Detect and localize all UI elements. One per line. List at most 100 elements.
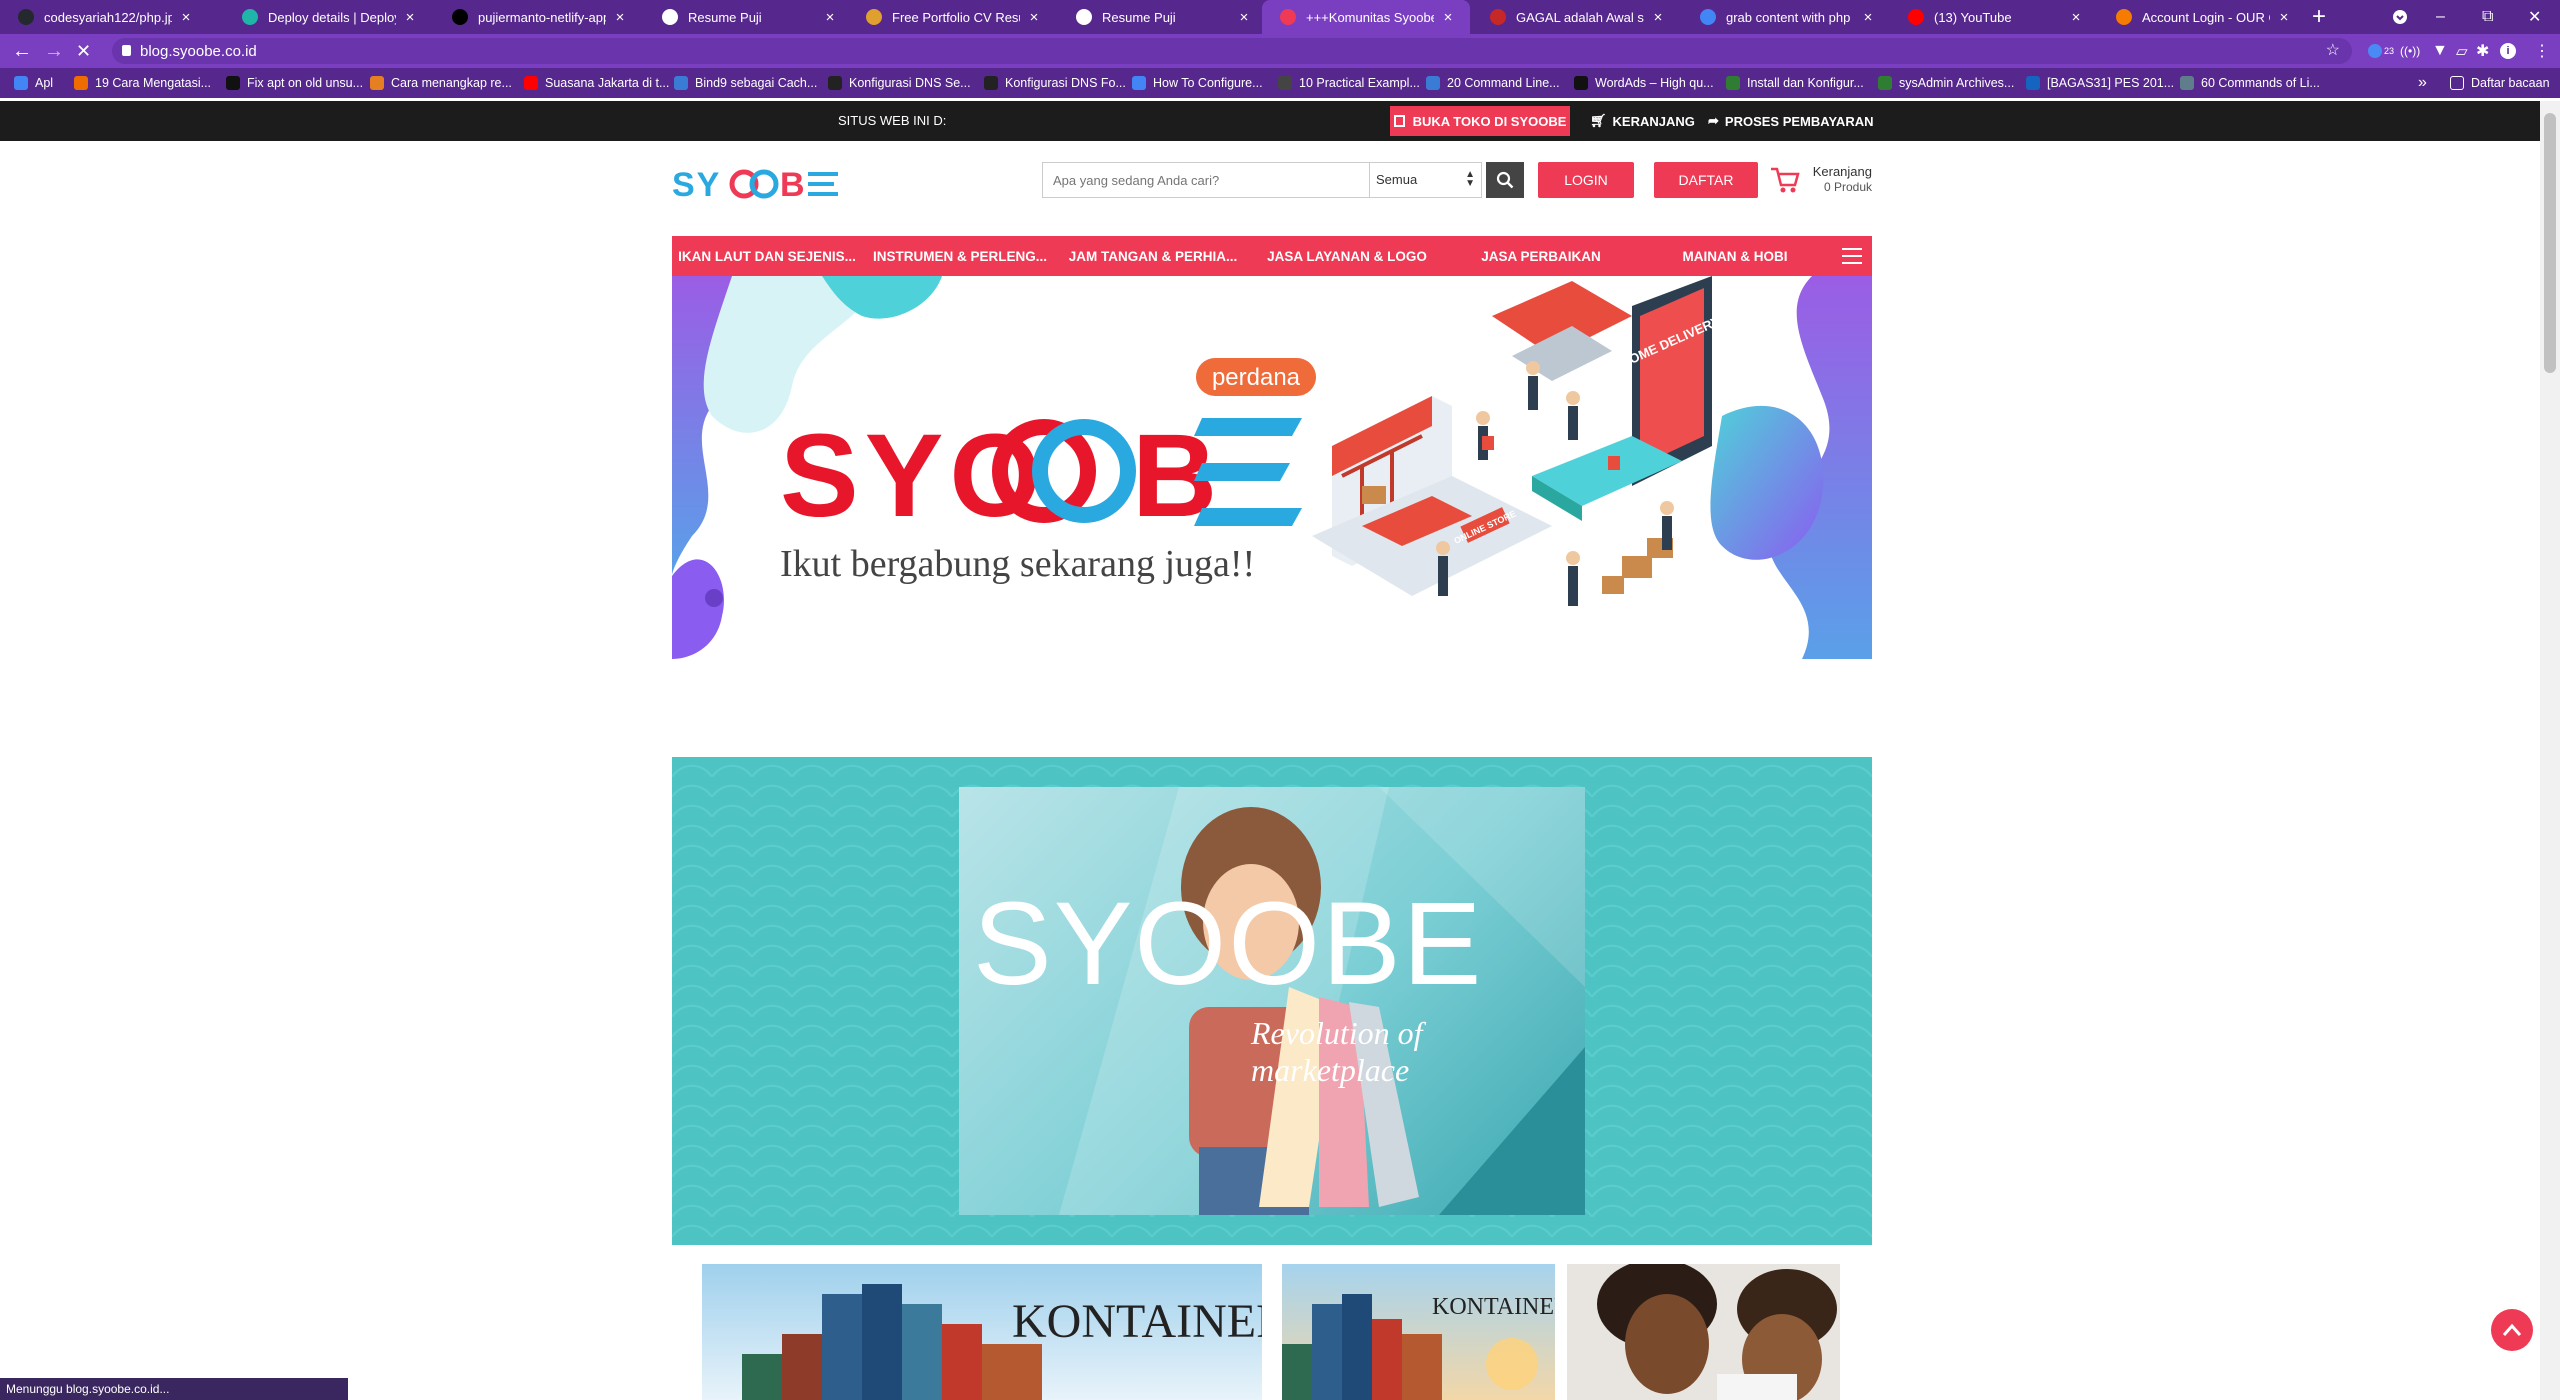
category-nav-item[interactable]: JAM TANGAN & PERHIA... — [1058, 236, 1248, 276]
browser-tab[interactable]: Resume Puji × — [644, 0, 852, 34]
address-bar[interactable]: blog.syoobe.co.id ☆ — [112, 38, 2352, 64]
tab-title: Resume Puji — [688, 9, 762, 25]
category-nav-item[interactable]: JASA LAYANAN & LOGO — [1250, 236, 1444, 276]
category-nav-item[interactable]: JASA PERBAIKAN — [1446, 236, 1636, 276]
cart-link[interactable]: 🛒︎ KERANJANG — [1590, 113, 1695, 129]
tab-favicon-icon — [662, 9, 678, 25]
bookmark-label: Bind9 sebagai Cach... — [695, 76, 818, 90]
extension-icon[interactable]: 23 — [2368, 34, 2394, 68]
back-to-top-button[interactable] — [2491, 1309, 2533, 1351]
extensions-puzzle-icon[interactable]: ✱ — [2476, 34, 2489, 68]
tab-close-icon[interactable]: × — [402, 9, 418, 26]
browser-tab[interactable]: Deploy details | Deploys × — [224, 0, 432, 34]
tab-close-icon[interactable]: × — [1236, 9, 1252, 26]
new-tab-button[interactable]: + — [2312, 4, 2326, 30]
article-thumb[interactable]: KONTAINER — [702, 1264, 1262, 1400]
article-thumb[interactable] — [1567, 1264, 1840, 1400]
category-nav-item[interactable]: INSTRUMEN & PERLENG... — [864, 236, 1056, 276]
search-input[interactable] — [1043, 163, 1368, 197]
bookmark-favicon-icon — [226, 76, 240, 90]
browser-tab[interactable]: pujiermanto-netlify-app - (× — [434, 0, 642, 34]
open-store-button[interactable]: BUKA TOKO DI SYOOBE — [1390, 106, 1570, 136]
search-button[interactable] — [1486, 162, 1524, 198]
tab-search-icon[interactable] — [2392, 0, 2408, 34]
article-thumb[interactable]: KONTAINER — [1282, 1264, 1555, 1400]
stop-loading-icon[interactable]: ✕ — [76, 34, 91, 68]
browser-tab[interactable]: +++Komunitas Syoobe Ind × — [1262, 0, 1470, 34]
promo-banner[interactable]: SYOOBE Revolution of marketplace — [672, 757, 1872, 1245]
reading-list-label: Daftar bacaan — [2471, 76, 2550, 90]
bookmark-label: 10 Practical Exampl... — [1299, 76, 1420, 90]
tab-close-icon[interactable]: × — [178, 9, 194, 26]
reading-list-button[interactable]: Daftar bacaan — [2450, 68, 2550, 98]
tab-favicon-icon — [18, 9, 34, 25]
site-logo[interactable]: SY B — [672, 164, 842, 213]
tab-close-icon[interactable]: × — [1440, 9, 1456, 26]
thumb-caption: KONTAINER — [1012, 1295, 1262, 1348]
bookmark-item[interactable]: Apl — [14, 68, 53, 98]
category-nav-item[interactable]: IKAN LAUT DAN SEJENIS... — [672, 236, 862, 276]
bookmark-item[interactable]: Suasana Jakarta di t... — [524, 68, 669, 98]
bookmark-item[interactable]: Fix apt on old unsu... — [226, 68, 363, 98]
bookmark-favicon-icon — [1726, 76, 1740, 90]
vpn-icon[interactable]: ▼ — [2432, 34, 2448, 68]
restore-icon[interactable]: ⧉ — [2482, 0, 2493, 34]
forward-icon[interactable]: → — [44, 34, 64, 68]
hero-banner[interactable]: perdana SYO B Ikut bergabung sekarang ju… — [672, 276, 1872, 659]
cast-icon[interactable]: ▱ — [2456, 34, 2468, 68]
search-scope-select[interactable]: Semua ▲ ▼ — [1369, 163, 1483, 197]
page-scrollbar[interactable] — [2540, 101, 2560, 1400]
tab-close-icon[interactable]: × — [1860, 9, 1876, 26]
container-image — [1282, 1264, 1555, 1400]
bookmark-item[interactable]: Konfigurasi DNS Fo... — [984, 68, 1126, 98]
tab-close-icon[interactable]: × — [2276, 9, 2292, 26]
tab-close-icon[interactable]: × — [822, 9, 838, 26]
menu-kebab-icon[interactable]: ⋮ — [2534, 34, 2550, 68]
tab-favicon-icon — [452, 9, 468, 25]
browser-tab[interactable]: Account Login - OUR CITR × — [2098, 0, 2306, 34]
category-nav-item[interactable]: MAINAN & HOBI — [1638, 236, 1832, 276]
lock-icon — [122, 45, 131, 56]
extension-badge: 23 — [2384, 46, 2395, 56]
hamburger-menu-icon[interactable] — [1842, 248, 1862, 264]
bookmark-favicon-icon — [1878, 76, 1892, 90]
tab-close-icon[interactable]: × — [612, 9, 628, 26]
tab-favicon-icon — [242, 9, 258, 25]
bookmark-item[interactable]: Install dan Konfigur... — [1726, 68, 1864, 98]
bookmark-item[interactable]: 10 Practical Exampl... — [1278, 68, 1420, 98]
browser-tab[interactable]: (13) YouTube × — [1890, 0, 2098, 34]
bookmark-item[interactable]: 19 Cara Mengatasi... — [74, 68, 211, 98]
scrollbar-thumb[interactable] — [2544, 113, 2556, 373]
bookmark-star-icon[interactable]: ☆ — [2326, 40, 2340, 60]
browser-tab[interactable]: GAGAL adalah Awal sebua × — [1472, 0, 1680, 34]
more-bookmarks-button[interactable]: » — [2418, 68, 2427, 98]
tab-close-icon[interactable]: × — [1650, 9, 1666, 26]
browser-tab[interactable]: codesyariah122/php.jpg at × — [0, 0, 208, 34]
browser-toolbar: ← → ✕ blog.syoobe.co.id ☆ — [0, 34, 2560, 68]
browser-tab[interactable]: Free Portfolio CV Resume T × — [848, 0, 1056, 34]
register-button[interactable]: DAFTAR — [1654, 162, 1758, 198]
bookmark-item[interactable]: 60 Commands of Li... — [2180, 68, 2320, 98]
reading-list-icon — [2450, 76, 2464, 90]
bookmark-item[interactable]: sysAdmin Archives... — [1878, 68, 2014, 98]
bookmark-item[interactable]: Cara menangkap re... — [370, 68, 512, 98]
header-cart[interactable]: Keranjang 0 Produk — [1770, 162, 1872, 198]
back-icon[interactable]: ← — [12, 34, 32, 68]
bookmark-item[interactable]: 20 Command Line... — [1426, 68, 1560, 98]
login-button[interactable]: LOGIN — [1538, 162, 1634, 198]
tab-close-icon[interactable]: × — [2068, 9, 2084, 26]
close-window-icon[interactable]: ✕ — [2528, 0, 2541, 34]
browser-tab[interactable]: grab content with php - Pe × — [1682, 0, 1890, 34]
browser-tab[interactable]: Resume Puji × — [1058, 0, 1266, 34]
bookmark-item[interactable]: How To Configure... — [1132, 68, 1263, 98]
bookmark-item[interactable]: [BAGAS31] PES 201... — [2026, 68, 2174, 98]
minimize-icon[interactable]: – — [2436, 0, 2445, 34]
tab-close-icon[interactable]: × — [1026, 9, 1042, 26]
bookmark-label: 19 Cara Mengatasi... — [95, 76, 212, 90]
extension-icon[interactable]: ((•)) — [2400, 34, 2420, 68]
checkout-link[interactable]: ➦ PROSES PEMBAYARAN — [1708, 113, 1874, 129]
profile-icon[interactable]: i — [2500, 34, 2516, 68]
bookmark-item[interactable]: Bind9 sebagai Cach... — [674, 68, 817, 98]
bookmark-item[interactable]: WordAds – High qu... — [1574, 68, 1714, 98]
bookmark-item[interactable]: Konfigurasi DNS Se... — [828, 68, 971, 98]
